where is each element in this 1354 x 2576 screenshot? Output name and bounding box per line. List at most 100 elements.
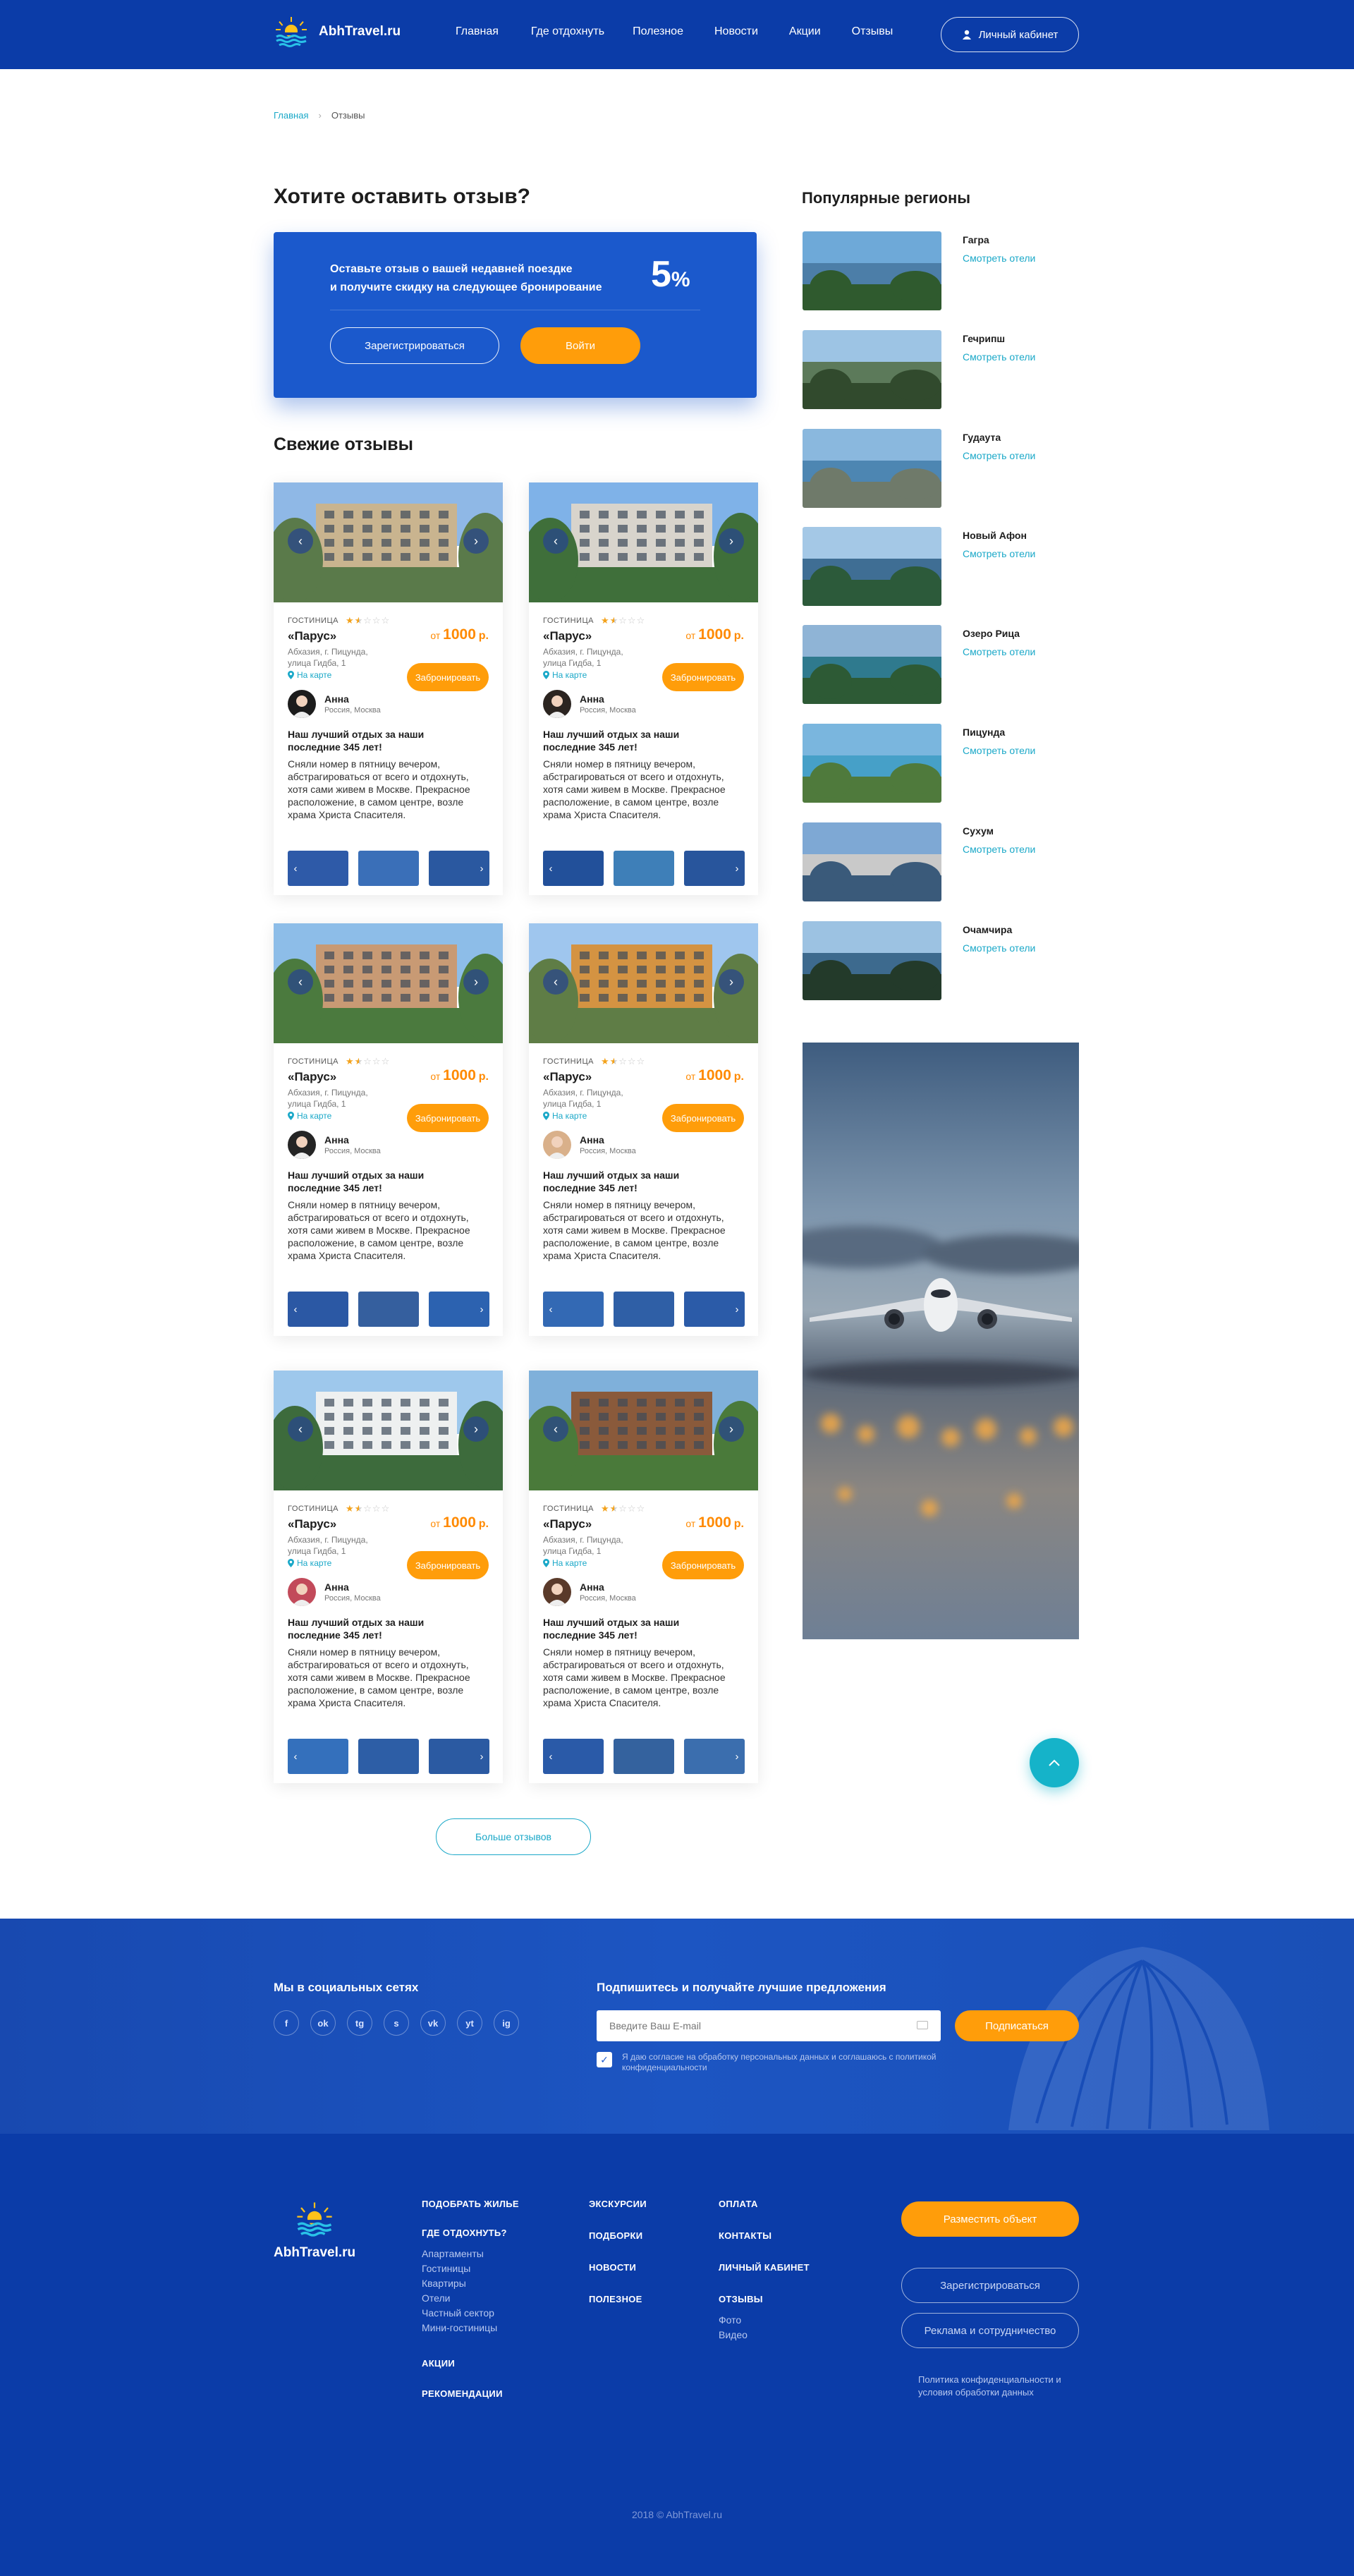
review-photo[interactable] <box>614 851 674 886</box>
review-photo[interactable]: ‹ <box>543 1292 604 1327</box>
skype-icon[interactable]: s <box>384 2010 409 2036</box>
slider-next-icon[interactable]: › <box>463 528 489 554</box>
review-photo[interactable] <box>358 851 419 886</box>
review-photo[interactable]: › <box>429 1292 489 1327</box>
view-hotels-link[interactable]: Смотреть отели <box>963 548 1035 559</box>
slider-prev-icon[interactable]: ‹ <box>543 528 568 554</box>
region-photo[interactable] <box>803 625 941 704</box>
region-photo[interactable] <box>803 921 941 1000</box>
region-photo[interactable] <box>803 527 941 606</box>
view-hotels-link[interactable]: Смотреть отели <box>963 253 1035 264</box>
thumb-prev-icon[interactable]: ‹ <box>288 1739 303 1774</box>
footer-link-flats[interactable]: Квартиры <box>422 2276 519 2291</box>
view-hotels-link[interactable]: Смотреть отели <box>963 351 1035 363</box>
thumb-next-icon[interactable]: › <box>474 1292 489 1327</box>
breadcrumb-home[interactable]: Главная <box>274 110 308 121</box>
thumb-next-icon[interactable]: › <box>729 1292 745 1327</box>
logo[interactable]: AbhTravel.ru <box>274 16 401 48</box>
review-photo[interactable]: › <box>684 851 745 886</box>
privacy-policy-link[interactable]: Политика конфиденциальности и условия об… <box>918 2374 1080 2399</box>
slider-next-icon[interactable]: › <box>463 969 489 995</box>
footer-link-mini-hotels[interactable]: Мини-гостиницы <box>422 2321 519 2335</box>
book-button[interactable]: Забронировать <box>662 663 744 691</box>
footer-recommendations[interactable]: РЕКОМЕНДАЦИИ <box>422 2388 519 2399</box>
slider-next-icon[interactable]: › <box>719 1416 744 1442</box>
vk-icon[interactable]: vk <box>420 2010 446 2036</box>
book-button[interactable]: Забронировать <box>407 1551 489 1579</box>
thumb-prev-icon[interactable]: ‹ <box>543 1739 559 1774</box>
review-photo[interactable] <box>358 1739 419 1774</box>
review-photo[interactable] <box>358 1292 419 1327</box>
footer-useful[interactable]: ПОЛЕЗНОЕ <box>589 2294 647 2304</box>
view-hotels-link[interactable]: Смотреть отели <box>963 745 1035 756</box>
thumb-next-icon[interactable]: › <box>474 1739 489 1774</box>
odnoklassniki-icon[interactable]: ok <box>310 2010 336 2036</box>
youtube-icon[interactable]: yt <box>457 2010 482 2036</box>
footer-logo[interactable]: AbhTravel.ru <box>274 2201 358 2261</box>
footer-contacts[interactable]: КОНТАКТЫ <box>719 2230 810 2241</box>
region-photo[interactable] <box>803 822 941 901</box>
nav-promotions[interactable]: Акции <box>789 25 821 38</box>
region-item[interactable]: Сухум Смотреть отели <box>803 822 1085 901</box>
thumb-prev-icon[interactable]: ‹ <box>288 1292 303 1327</box>
slider-next-icon[interactable]: › <box>719 969 744 995</box>
nav-where-to-rest[interactable]: Где отдохнуть <box>531 25 604 38</box>
review-photo[interactable]: › <box>429 851 489 886</box>
review-photo[interactable]: ‹ <box>288 1292 348 1327</box>
footer-collections[interactable]: ПОДБОРКИ <box>589 2230 647 2241</box>
scroll-to-top-button[interactable] <box>1030 1738 1079 1787</box>
view-hotels-link[interactable]: Смотреть отели <box>963 450 1035 461</box>
region-photo[interactable] <box>803 429 941 508</box>
slider-prev-icon[interactable]: ‹ <box>288 1416 313 1442</box>
region-photo[interactable] <box>803 231 941 310</box>
footer-news[interactable]: НОВОСТИ <box>589 2262 647 2273</box>
consent-checkbox[interactable]: ✓ <box>597 2052 612 2067</box>
hotel-photo-slider[interactable]: ‹ › <box>529 1371 758 1490</box>
region-photo[interactable] <box>803 724 941 803</box>
review-photo[interactable]: ‹ <box>543 851 604 886</box>
thumb-prev-icon[interactable]: ‹ <box>288 851 303 886</box>
footer-payment[interactable]: ОПЛАТА <box>719 2199 810 2209</box>
footer-link-video[interactable]: Видео <box>719 2328 810 2343</box>
region-photo[interactable] <box>803 330 941 409</box>
review-photo[interactable]: › <box>684 1292 745 1327</box>
footer-where-to-rest[interactable]: ГДЕ ОТДОХНУТЬ? <box>422 2228 519 2238</box>
footer-promotions[interactable]: АКЦИИ <box>422 2358 519 2369</box>
review-photo[interactable]: ‹ <box>543 1739 604 1774</box>
footer-reviews[interactable]: ОТЗЫВЫ <box>719 2294 810 2304</box>
region-item[interactable]: Гагра Смотреть отели <box>803 231 1085 310</box>
review-photo[interactable]: › <box>429 1739 489 1774</box>
personal-account-button[interactable]: Личный кабинет <box>941 17 1079 52</box>
nav-home[interactable]: Главная <box>456 25 499 38</box>
region-item[interactable]: Гечрипш Смотреть отели <box>803 330 1085 409</box>
footer-link-guesthouses[interactable]: Гостиницы <box>422 2261 519 2276</box>
footer-cabinet[interactable]: ЛИЧНЫЙ КАБИНЕТ <box>719 2262 810 2273</box>
review-photo[interactable]: ‹ <box>288 1739 348 1774</box>
region-item[interactable]: Новый Афон Смотреть отели <box>803 527 1085 606</box>
slider-next-icon[interactable]: › <box>463 1416 489 1442</box>
email-input[interactable] <box>597 2010 941 2041</box>
view-hotels-link[interactable]: Смотреть отели <box>963 844 1035 855</box>
ads-cooperation-button[interactable]: Реклама и сотрудничество <box>901 2313 1079 2348</box>
book-button[interactable]: Забронировать <box>662 1551 744 1579</box>
footer-excursions[interactable]: ЭКСКУРСИИ <box>589 2199 647 2209</box>
instagram-icon[interactable]: ig <box>494 2010 519 2036</box>
hotel-photo-slider[interactable]: ‹ › <box>529 923 758 1043</box>
region-item[interactable]: Гудаута Смотреть отели <box>803 429 1085 508</box>
review-photo[interactable] <box>614 1292 674 1327</box>
thumb-next-icon[interactable]: › <box>729 1739 745 1774</box>
hotel-photo-slider[interactable]: ‹ › <box>529 482 758 602</box>
slider-prev-icon[interactable]: ‹ <box>543 1416 568 1442</box>
view-hotels-link[interactable]: Смотреть отели <box>963 646 1035 657</box>
thumb-prev-icon[interactable]: ‹ <box>543 1292 559 1327</box>
footer-link-hotels[interactable]: Отели <box>422 2291 519 2306</box>
slider-prev-icon[interactable]: ‹ <box>543 969 568 995</box>
region-item[interactable]: Пицунда Смотреть отели <box>803 724 1085 803</box>
facebook-icon[interactable]: f <box>274 2010 299 2036</box>
region-item[interactable]: Озеро Рица Смотреть отели <box>803 625 1085 704</box>
review-photo[interactable] <box>614 1739 674 1774</box>
footer-find-housing[interactable]: ПОДОБРАТЬ ЖИЛЬЕ <box>422 2199 519 2209</box>
hotel-photo-slider[interactable]: ‹ › <box>274 923 503 1043</box>
nav-news[interactable]: Новости <box>714 25 758 38</box>
slider-prev-icon[interactable]: ‹ <box>288 528 313 554</box>
